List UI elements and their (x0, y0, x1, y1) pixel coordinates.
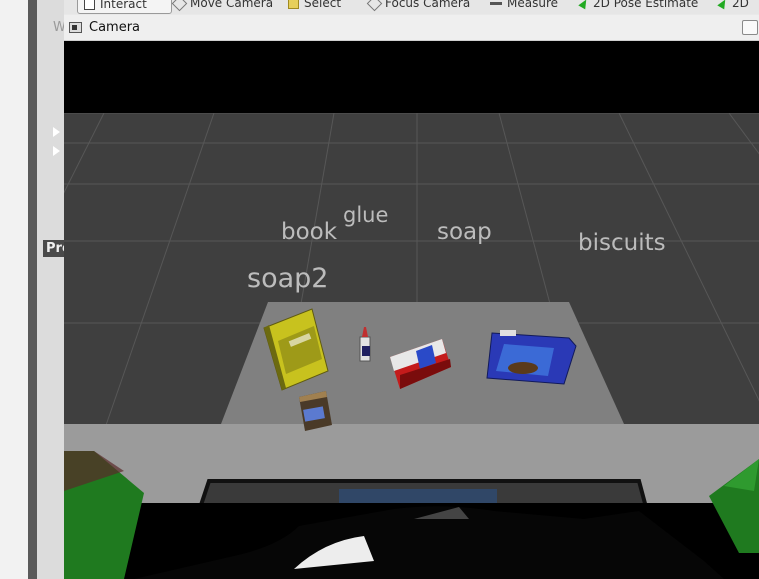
tools-toolbar: Interact Move Camera Select Focus Camera… (64, 0, 759, 14)
interact-label: Interact (100, 0, 147, 11)
scene-render (64, 41, 759, 579)
left-splitter[interactable] (28, 0, 37, 579)
expand-arrow-icon[interactable] (53, 146, 60, 156)
move-camera-icon (171, 0, 188, 12)
move-camera-button[interactable]: Move Camera (171, 0, 274, 12)
nav-goal-label: 2D (732, 0, 749, 10)
nav-goal-icon (717, 0, 729, 10)
biscuits-object (486, 330, 577, 385)
soap2-object (299, 391, 332, 431)
panel-header-fragment: W (53, 20, 64, 35)
pose-estimate-button[interactable]: 2D Pose Estimate (578, 0, 699, 12)
displays-panel: W Pro (37, 0, 64, 579)
camera-panel-header: Camera (64, 15, 759, 41)
expand-arrow-icon[interactable] (53, 127, 60, 137)
properties-label: Pro (43, 240, 64, 257)
interact-icon (84, 0, 95, 10)
select-icon (288, 0, 299, 9)
camera-panel-title: Camera (89, 20, 141, 35)
measure-button[interactable]: Measure (490, 0, 558, 12)
pose-estimate-label: 2D Pose Estimate (593, 0, 699, 10)
select-label: Select (304, 0, 342, 10)
nav-goal-button[interactable]: 2D (717, 0, 749, 12)
focus-camera-icon (366, 0, 383, 12)
select-button[interactable]: Select (288, 0, 341, 12)
focus-camera-label: Focus Camera (385, 0, 471, 10)
camera-viewport[interactable]: book glue soap biscuits soap2 (64, 41, 759, 579)
measure-label: Measure (507, 0, 558, 10)
object-label-book: book (281, 219, 338, 245)
pose-estimate-icon (578, 0, 590, 10)
object-label-soap2: soap2 (247, 263, 329, 294)
object-label-soap: soap (437, 219, 492, 245)
object-label-biscuits: biscuits (578, 230, 666, 256)
interact-button[interactable]: Interact (77, 0, 172, 14)
object-label-glue: glue (343, 203, 389, 227)
left-margin (0, 0, 28, 579)
measure-icon (490, 2, 502, 5)
focus-camera-button[interactable]: Focus Camera (366, 0, 471, 12)
move-camera-label: Move Camera (190, 0, 274, 10)
panel-float-button[interactable] (742, 20, 758, 35)
camera-icon (69, 22, 82, 33)
